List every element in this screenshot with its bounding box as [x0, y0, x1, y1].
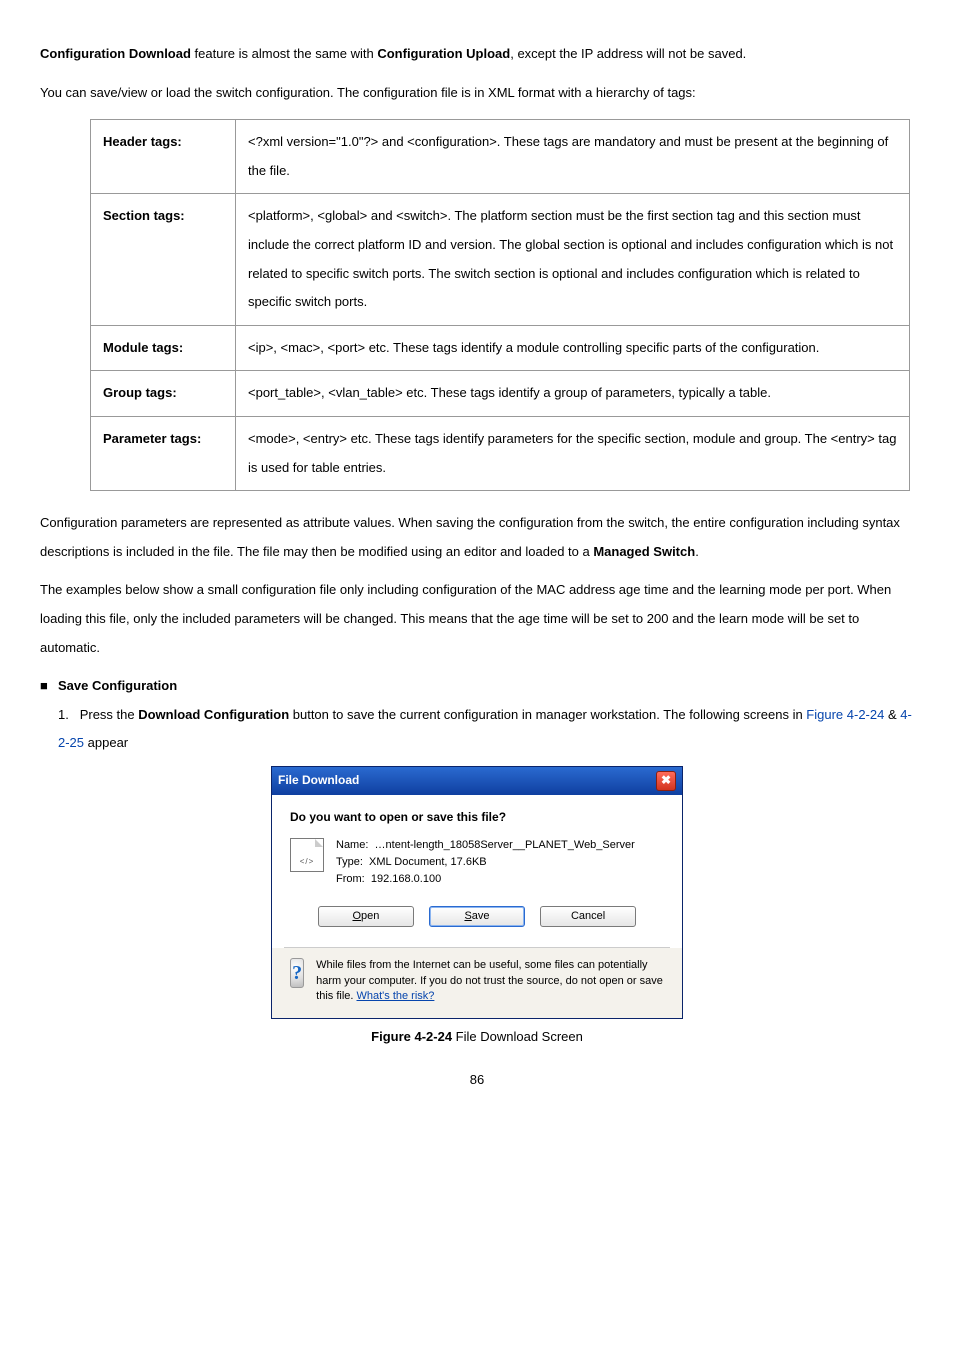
intro-line-1: Configuration Download feature is almost… [40, 40, 914, 69]
table-row: Section tags: <platform>, <global> and <… [91, 194, 910, 325]
meta-name-value: …ntent-length_18058Server__PLANET_Web_Se… [375, 839, 635, 851]
intro-text-1d: , except the IP address will not be save… [510, 46, 746, 61]
page-number: 86 [40, 1072, 914, 1088]
figure-caption: Figure 4-2-24 File Download Screen [40, 1023, 914, 1052]
tag-desc: <ip>, <mac>, <port> etc. These tags iden… [236, 325, 910, 371]
open-button[interactable]: Open [318, 906, 414, 927]
dialog-title: File Download [278, 772, 359, 789]
term-config-download: Configuration Download [40, 46, 191, 61]
meta-from-value: 192.168.0.100 [371, 873, 441, 885]
tag-name: Header tags: [91, 120, 236, 194]
bullet-icon: ■ [40, 672, 58, 701]
dialog-question: Do you want to open or save this file? [290, 809, 664, 826]
step-post: button to save the current configuration… [289, 707, 806, 722]
file-meta: Name: …ntent-length_18058Server__PLANET_… [336, 838, 635, 890]
whats-the-risk-link[interactable]: What's the risk? [357, 990, 435, 1002]
file-icon: </> [290, 838, 324, 872]
cancel-button[interactable]: Cancel [540, 906, 636, 927]
figure-ref-4-2-24: Figure 4-2-24 [806, 707, 884, 722]
step-1: 1. Press the Download Configuration butt… [58, 701, 914, 758]
after-para-1: Configuration parameters are represented… [40, 509, 914, 566]
tag-name: Section tags: [91, 194, 236, 325]
intro-text-1b: feature is almost the same with [191, 46, 377, 61]
table-row: Group tags: <port_table>, <vlan_table> e… [91, 371, 910, 417]
term-managed-switch: Managed Switch [593, 544, 695, 559]
after-p1a: Configuration parameters are represented… [40, 515, 900, 559]
close-icon[interactable]: ✖ [656, 771, 676, 791]
download-config-button-label: Download Configuration [138, 707, 289, 722]
warning-text-block: While files from the Internet can be use… [316, 958, 664, 1004]
appear-text: appear [84, 735, 128, 750]
tag-desc: <mode>, <entry> etc. These tags identify… [236, 416, 910, 490]
after-p1c: . [695, 544, 699, 559]
tag-desc: <?xml version="1.0"?> and <configuration… [236, 120, 910, 194]
after-para-2: The examples below show a small configur… [40, 576, 914, 662]
table-row: Parameter tags: <mode>, <entry> etc. The… [91, 416, 910, 490]
file-download-dialog: File Download ✖ Do you want to open or s… [271, 766, 683, 1020]
tag-description-table: Header tags: <?xml version="1.0"?> and <… [90, 119, 910, 491]
save-button[interactable]: Save [429, 906, 525, 927]
warning-icon: ? [290, 958, 304, 988]
meta-type-label: Type: [336, 856, 363, 868]
save-config-heading: Save Configuration [58, 678, 177, 693]
table-row: Header tags: <?xml version="1.0"?> and <… [91, 120, 910, 194]
term-config-upload: Configuration Upload [377, 46, 510, 61]
intro-line-2: You can save/view or load the switch con… [40, 79, 914, 108]
table-row: Module tags: <ip>, <mac>, <port> etc. Th… [91, 325, 910, 371]
tag-name: Group tags: [91, 371, 236, 417]
save-rest: ave [472, 910, 490, 922]
tag-desc: <port_table>, <vlan_table> etc. These ta… [236, 371, 910, 417]
save-config-heading-row: ■Save Configuration [40, 672, 914, 701]
step-pre: Press the [80, 707, 139, 722]
meta-name-label: Name: [336, 839, 368, 851]
tag-name: Module tags: [91, 325, 236, 371]
meta-from-label: From: [336, 873, 365, 885]
amp: & [884, 707, 900, 722]
figure-caption-text: File Download Screen [452, 1029, 583, 1044]
tag-name: Parameter tags: [91, 416, 236, 490]
tag-desc: <platform>, <global> and <switch>. The p… [236, 194, 910, 325]
open-rest: pen [361, 910, 379, 922]
figure-caption-label: Figure 4-2-24 [371, 1029, 452, 1044]
meta-type-value: XML Document, 17.6KB [369, 856, 487, 868]
dialog-titlebar: File Download ✖ [272, 767, 682, 795]
